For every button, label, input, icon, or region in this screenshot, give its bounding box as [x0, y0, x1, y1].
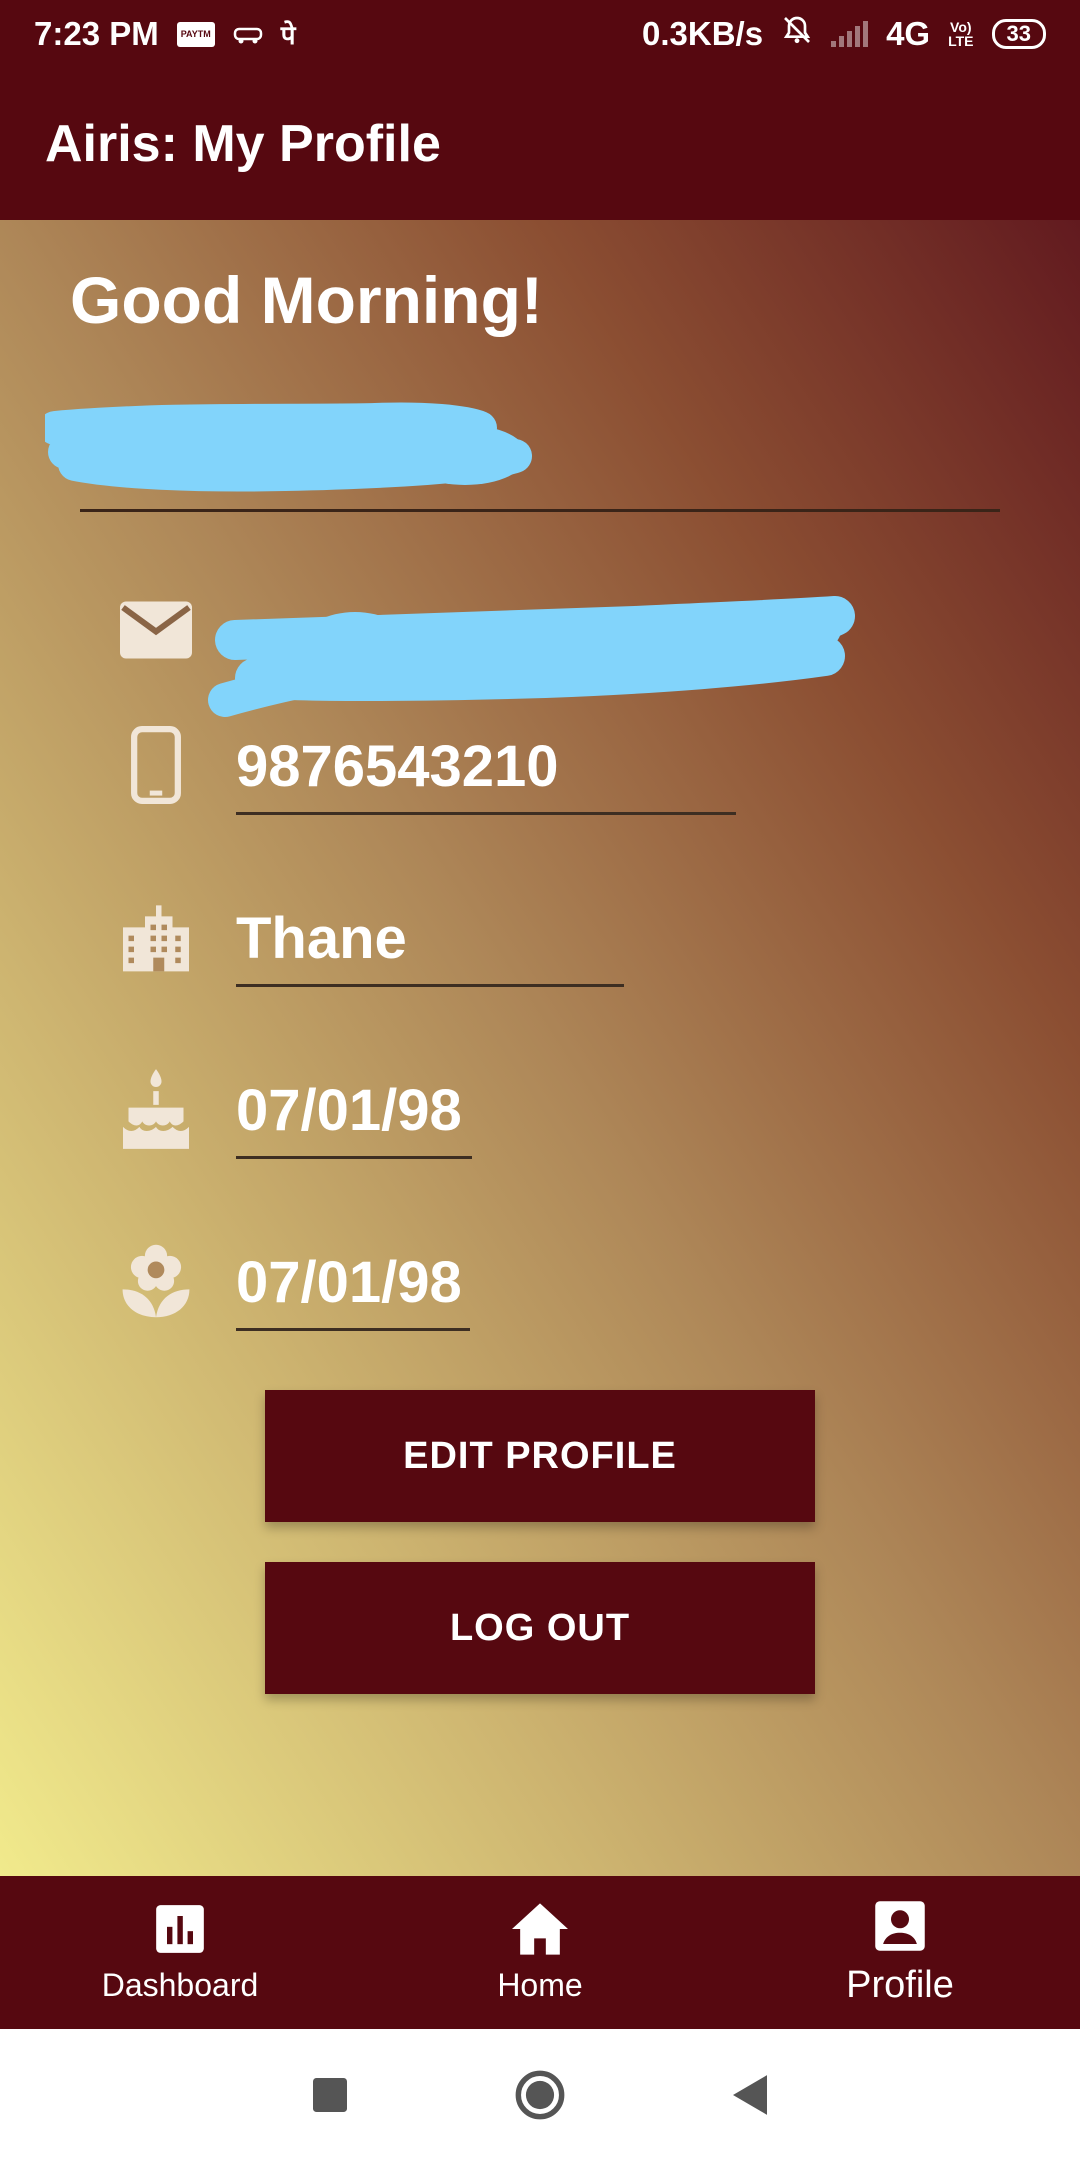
email-icon — [118, 590, 194, 670]
greeting-heading: Good Morning! — [70, 263, 543, 337]
bottom-navigation: Dashboard Home Profile — [0, 1876, 1080, 2029]
flower-icon — [118, 1241, 194, 1321]
back-button[interactable] — [720, 2065, 780, 2125]
nav-dashboard-label: Dashboard — [101, 1967, 259, 2003]
nav-home[interactable]: Home — [360, 1876, 720, 2029]
volte-icon: Vo) LTE — [948, 20, 973, 48]
clock: 7:23 PM — [34, 15, 159, 52]
nav-profile-label: Profile — [846, 1964, 954, 2006]
logout-button[interactable]: LOG OUT — [265, 1562, 815, 1694]
circle-icon — [515, 2070, 565, 2119]
city-icon — [118, 897, 194, 977]
paytm-icon: PAYTM — [176, 21, 215, 47]
network-type: 4G — [886, 15, 931, 52]
account-box-icon — [872, 1898, 928, 1954]
profile-content: Good Morning! 9876543210 Thane 07/01/98 … — [0, 220, 1080, 1876]
page-title: Airis: My Profile — [45, 115, 441, 173]
anniversary-value: 07/01/98 — [236, 1250, 462, 1315]
recents-button[interactable] — [300, 2065, 360, 2125]
city-field[interactable]: Thane — [236, 897, 624, 987]
nav-home-label: Home — [497, 1967, 583, 2003]
birthday-field[interactable]: 07/01/98 — [236, 1069, 472, 1159]
name-field[interactable] — [80, 390, 1000, 512]
cake-icon — [118, 1069, 194, 1149]
home-icon — [512, 1901, 568, 1957]
anniversary-field[interactable]: 07/01/98 — [236, 1241, 470, 1331]
bar-chart-icon — [152, 1901, 208, 1957]
phone-value: 9876543210 — [236, 734, 559, 799]
network-speed: 0.3KB/s — [642, 15, 764, 52]
battery-level: 33 — [1006, 21, 1031, 46]
home-system-button[interactable] — [510, 2065, 570, 2125]
square-icon — [313, 2077, 347, 2112]
app-bar: Airis: My Profile — [0, 68, 1080, 220]
signal-icon — [831, 21, 869, 47]
phone-field[interactable]: 9876543210 — [236, 725, 736, 815]
system-navigation-bar — [0, 2029, 1080, 2160]
nav-dashboard[interactable]: Dashboard — [0, 1876, 360, 2029]
volte-top: Vo) — [950, 19, 972, 35]
battery-icon: 33 — [991, 19, 1046, 49]
smartphone-icon — [118, 725, 194, 805]
nav-profile[interactable]: Profile — [720, 1876, 1080, 2029]
status-bar: 7:23 PM PAYTM पे 0.3KB/s 4G Vo) LTE 33 — [0, 0, 1080, 68]
muted-bell-icon — [781, 14, 813, 54]
back-triangle-icon — [733, 2074, 767, 2115]
birthday-value: 07/01/98 — [236, 1078, 462, 1143]
devanagari-app-icon: पे — [280, 20, 296, 50]
car-icon — [233, 15, 263, 53]
email-field[interactable] — [236, 590, 856, 680]
edit-profile-button[interactable]: EDIT PROFILE — [265, 1390, 815, 1522]
volte-bottom: LTE — [948, 33, 974, 49]
city-value: Thane — [236, 906, 407, 971]
